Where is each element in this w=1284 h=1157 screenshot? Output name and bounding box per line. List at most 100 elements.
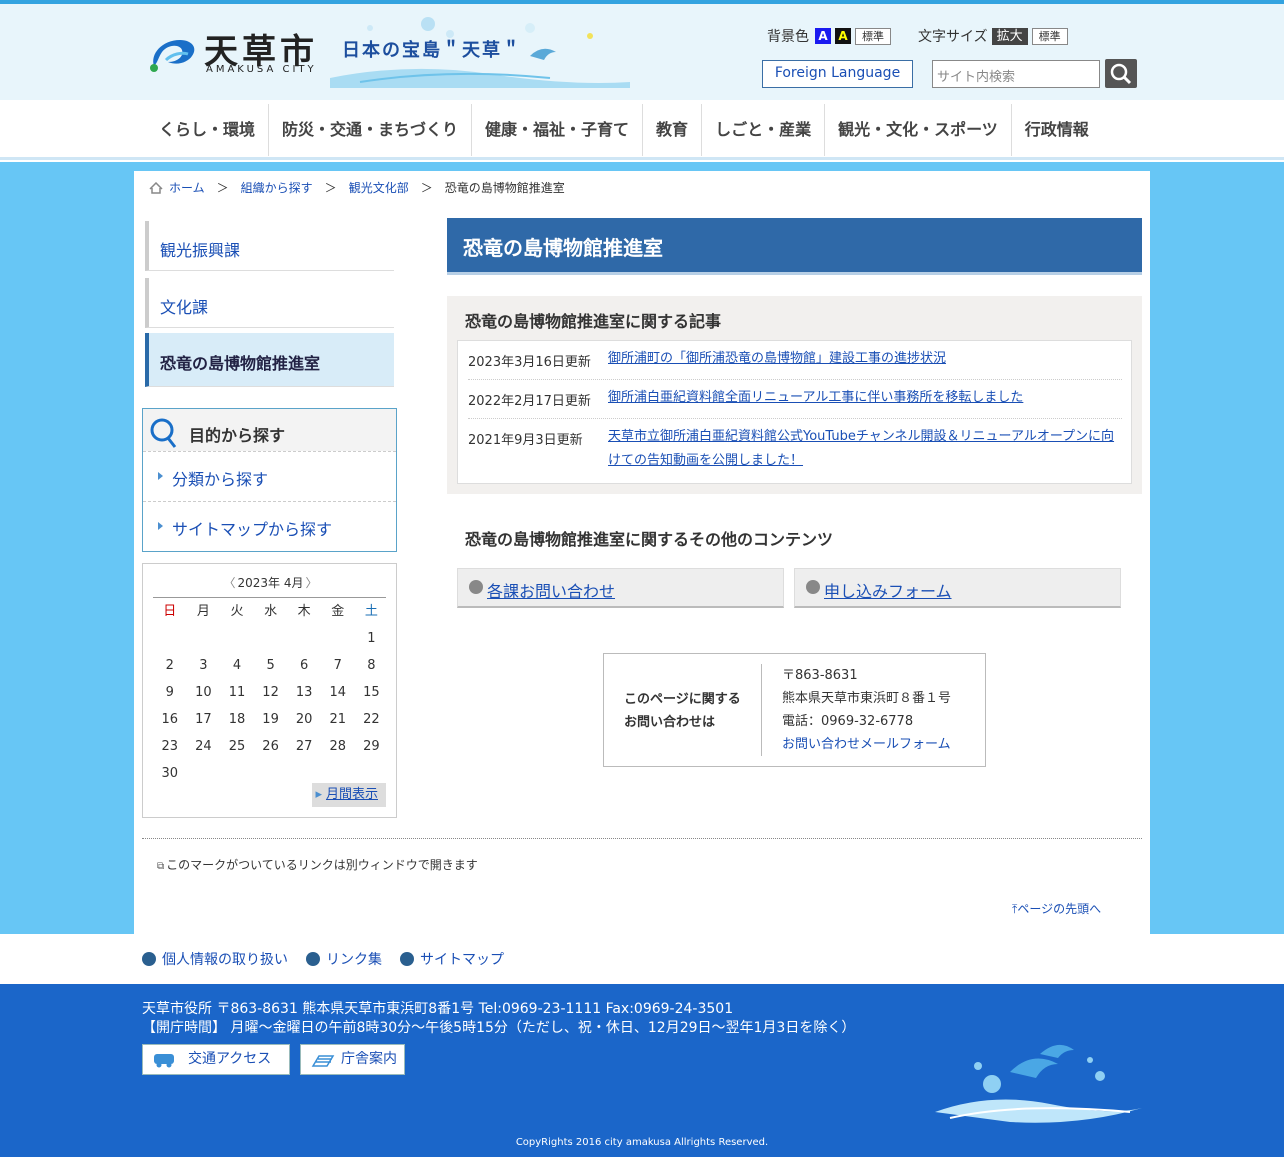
bgcolor-switcher: 背景色 A A 標準 bbox=[767, 26, 891, 46]
contact-zip: 〒863-8631 bbox=[782, 668, 858, 683]
calendar-day[interactable]: 7 bbox=[321, 652, 355, 679]
calendar-weekday: 月 bbox=[196, 604, 210, 619]
calendar-day[interactable]: 28 bbox=[321, 733, 355, 760]
footer-address-line: 天草市役所 〒863-8631 熊本県天草市東浜町8番1号 Tel:0969-2… bbox=[142, 1001, 734, 1017]
calendar-day[interactable]: 1 bbox=[355, 625, 389, 652]
links-page-link[interactable]: リンク集 bbox=[306, 949, 382, 969]
calendar-day[interactable]: 20 bbox=[287, 706, 321, 733]
article-link[interactable]: 御所浦白亜紀資料館全面リニューアル工事に伴い事務所を移転しました bbox=[608, 386, 1120, 410]
inquiry-link-box[interactable]: 各課お問い合わせ bbox=[457, 568, 784, 608]
calendar-day[interactable]: 10 bbox=[187, 679, 221, 706]
calendar-next-icon[interactable]: 〉 bbox=[306, 576, 318, 590]
footer: 天草市役所 〒863-8631 熊本県天草市東浜町8番1号 Tel:0969-2… bbox=[0, 984, 1284, 1157]
calendar-day[interactable]: 9 bbox=[153, 679, 187, 706]
access-button[interactable]: 交通アクセス bbox=[142, 1044, 290, 1075]
calendar-prev-icon[interactable]: 〈 bbox=[223, 576, 235, 590]
gnav-item-disaster[interactable]: 防災・交通・まちづくり bbox=[269, 104, 473, 156]
breadcrumb-separator: ＞ bbox=[216, 181, 229, 195]
contact-details: 〒863-8631 熊本県天草市東浜町８番１号 電話：0969-32-6778 … bbox=[782, 664, 951, 756]
application-form-link[interactable]: 申し込みフォーム bbox=[824, 578, 952, 602]
gnav-item-tourism[interactable]: 観光・文化・スポーツ bbox=[825, 104, 1012, 156]
calendar-day[interactable]: 29 bbox=[355, 733, 389, 760]
office-guide-button[interactable]: 庁舎案内 bbox=[300, 1044, 405, 1075]
arrow-right-icon bbox=[158, 472, 163, 480]
calendar-day[interactable]: 19 bbox=[254, 706, 288, 733]
bgcolor-standard-button[interactable]: 標準 bbox=[855, 27, 891, 45]
search-button[interactable] bbox=[1105, 59, 1137, 88]
article-link[interactable]: 天草市立御所浦白亜紀資料館公式YouTubeチャンネル開設＆リニューアルオープン… bbox=[608, 425, 1120, 473]
calendar-day[interactable]: 30 bbox=[153, 760, 187, 787]
inquiry-link[interactable]: 各課お問い合わせ bbox=[487, 578, 615, 602]
breadcrumb-separator: ＞ bbox=[420, 181, 433, 195]
gnav-item-admin[interactable]: 行政情報 bbox=[1012, 104, 1102, 156]
gnav-item-work[interactable]: しごと・産業 bbox=[702, 104, 826, 156]
calendar-day[interactable]: 8 bbox=[355, 652, 389, 679]
calendar-day[interactable]: 11 bbox=[220, 679, 254, 706]
gnav-item-education[interactable]: 教育 bbox=[643, 104, 703, 156]
list-item: 2022年2月17日更新 御所浦白亜紀資料館全面リニューアル工事に伴い事務所を移… bbox=[468, 390, 1122, 419]
month-view-link[interactable]: ▸ 月間表示 bbox=[312, 783, 386, 807]
calendar-day[interactable]: 3 bbox=[187, 652, 221, 679]
footer-links: 個人情報の取り扱い リンク集 サイトマップ bbox=[142, 949, 504, 969]
tagline-text: 日本の宝島＂天草＂ bbox=[342, 40, 522, 61]
contact-mail-link[interactable]: お問い合わせメールフォーム bbox=[782, 737, 951, 752]
calendar-day[interactable]: 18 bbox=[220, 706, 254, 733]
page-top-link[interactable]: ⤒ページの先頭へ bbox=[1012, 900, 1101, 917]
calendar-weekday: 火 bbox=[230, 604, 244, 619]
search-by-sitemap-link[interactable]: サイトマップから探す bbox=[143, 501, 396, 551]
calendar-day[interactable]: 25 bbox=[220, 733, 254, 760]
calendar-day[interactable]: 13 bbox=[287, 679, 321, 706]
article-list: 2023年3月16日更新 御所浦町の「御所浦恐竜の島博物館」建設工事の進捗状況 … bbox=[457, 340, 1132, 484]
search-input[interactable]: サイト内検索 bbox=[932, 60, 1100, 88]
sidebar-item-tourism-promotion[interactable]: 観光振興課 bbox=[145, 221, 394, 271]
sidebar-item-culture[interactable]: 文化課 bbox=[145, 278, 394, 328]
calendar-day[interactable]: 12 bbox=[254, 679, 288, 706]
calendar-empty-cell bbox=[254, 625, 288, 652]
calendar-day[interactable]: 17 bbox=[187, 706, 221, 733]
privacy-link[interactable]: 個人情報の取り扱い bbox=[142, 949, 288, 969]
application-form-link-box[interactable]: 申し込みフォーム bbox=[794, 568, 1121, 608]
calendar-day[interactable]: 27 bbox=[287, 733, 321, 760]
calendar-day[interactable]: 5 bbox=[254, 652, 288, 679]
gnav-item-life[interactable]: くらし・環境 bbox=[146, 104, 270, 156]
bgcolor-blue-button[interactable]: A bbox=[815, 28, 831, 44]
external-link-note-text: このマークがついているリンクは別ウィンドウで開きます bbox=[166, 858, 478, 872]
calendar-day[interactable]: 21 bbox=[321, 706, 355, 733]
calendar-day[interactable]: 6 bbox=[287, 652, 321, 679]
purpose-search-box: 目的から探す 分類から探す サイトマップから探す bbox=[142, 408, 397, 552]
sitemap-link[interactable]: サイトマップ bbox=[400, 949, 504, 969]
calendar-day[interactable]: 15 bbox=[355, 679, 389, 706]
foreign-language-button[interactable]: Foreign Language bbox=[762, 60, 913, 88]
article-link[interactable]: 御所浦町の「御所浦恐竜の島博物館」建設工事の進捗状況 bbox=[608, 347, 1120, 371]
calendar-day[interactable]: 22 bbox=[355, 706, 389, 733]
search-icon bbox=[150, 418, 177, 448]
fontsize-large-button[interactable]: 拡大 bbox=[991, 27, 1028, 45]
sidebar-item-dinosaur-museum[interactable]: 恐竜の島博物館推進室 bbox=[145, 333, 394, 387]
contact-label-line1: このページに関する bbox=[624, 692, 741, 707]
calendar-day[interactable]: 14 bbox=[321, 679, 355, 706]
global-navigation: くらし・環境 防災・交通・まちづくり 健康・福祉・子育て 教育 しごと・産業 観… bbox=[0, 100, 1284, 160]
calendar-day[interactable]: 23 bbox=[153, 733, 187, 760]
gnav-item-health[interactable]: 健康・福祉・子育て bbox=[472, 104, 644, 156]
arrow-right-icon bbox=[158, 522, 163, 530]
site-logo[interactable]: 天草市 AMAKUSA CITY bbox=[148, 26, 328, 80]
fontsize-standard-button[interactable]: 標準 bbox=[1031, 27, 1068, 45]
breadcrumb-organization[interactable]: 組織から探す bbox=[241, 179, 313, 196]
page-top-label: ページの先頭へ bbox=[1017, 902, 1102, 916]
calendar-day[interactable]: 2 bbox=[153, 652, 187, 679]
divider bbox=[142, 838, 1142, 839]
calendar-day[interactable]: 24 bbox=[187, 733, 221, 760]
breadcrumb-home[interactable]: ホーム bbox=[169, 179, 205, 196]
bgcolor-black-button[interactable]: A bbox=[835, 28, 851, 44]
calendar-day[interactable]: 16 bbox=[153, 706, 187, 733]
calendar-day[interactable]: 26 bbox=[254, 733, 288, 760]
breadcrumb-department[interactable]: 観光文化部 bbox=[349, 179, 409, 196]
bullet-icon bbox=[469, 580, 483, 594]
calendar-weekday: 金 bbox=[331, 604, 345, 619]
bullet-icon bbox=[142, 952, 156, 966]
home-icon bbox=[149, 181, 163, 194]
calendar-day[interactable]: 4 bbox=[220, 652, 254, 679]
articles-section: 恐竜の島博物館推進室に関する記事 2023年3月16日更新 御所浦町の「御所浦恐… bbox=[447, 296, 1142, 494]
search-by-category-link[interactable]: 分類から探す bbox=[143, 451, 396, 501]
calendar-empty-cell bbox=[220, 625, 254, 652]
